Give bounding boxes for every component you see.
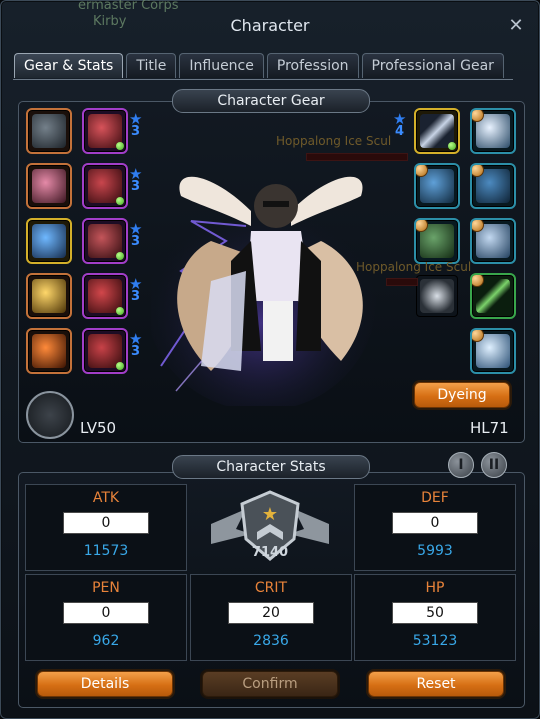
orb-icon — [416, 165, 428, 177]
tab-profession[interactable]: Profession — [266, 53, 359, 78]
gem-icon — [116, 307, 124, 315]
stat-value-atk: 11573 — [83, 543, 129, 559]
trophy-icon — [32, 279, 66, 313]
dyeing-button[interactable]: Dyeing — [414, 382, 510, 408]
tab-professional-gear[interactable]: Professional Gear — [361, 53, 504, 78]
gem-icon — [116, 142, 124, 150]
gem-icon — [116, 197, 124, 205]
gear-slot-costume-accessory[interactable] — [470, 218, 516, 264]
confirm-button[interactable]: Confirm — [202, 671, 338, 697]
class-emblem-icon[interactable] — [26, 391, 74, 439]
gear-slot-legs[interactable] — [82, 218, 128, 264]
gear-slot-wings[interactable] — [470, 108, 516, 154]
svg-text:★: ★ — [262, 504, 278, 525]
character-gear-header: Character Gear — [172, 89, 370, 113]
hp-points-input[interactable]: 50 — [392, 602, 478, 624]
window-title: Character — [230, 16, 310, 35]
rank-emblem-value: 7140 — [252, 545, 288, 560]
stat-label-crit: CRIT — [254, 580, 288, 596]
mask-icon — [32, 334, 66, 368]
stat-box-hp: HP 50 53123 — [354, 574, 516, 661]
stat-label-atk: ATK — [92, 490, 120, 506]
stat-value-hp: 53123 — [412, 633, 458, 649]
details-button[interactable]: Details — [37, 671, 173, 697]
character-window: ermaster Corps Kirby Character ✕ Gear & … — [0, 0, 540, 719]
gear-slot-ring-1[interactable] — [26, 218, 72, 264]
stat-box-atk: ATK 0 11573 — [25, 484, 187, 571]
orb-icon — [472, 165, 484, 177]
boots-plus-level: 3 — [131, 344, 141, 359]
tab-divider — [13, 79, 513, 80]
helmet-plus-level: 3 — [131, 124, 141, 139]
gear-slot-gloves[interactable] — [82, 273, 128, 319]
tab-gear-stats[interactable]: Gear & Stats — [14, 53, 124, 78]
stat-label-def: DEF — [421, 490, 449, 506]
orb-icon — [472, 275, 484, 287]
tab-bar: Gear & Stats Title Influence Profession … — [14, 53, 504, 79]
gear-slot-glasses[interactable] — [470, 163, 516, 209]
stat-label-pen: PEN — [92, 580, 120, 596]
hero-level: HL71 — [470, 419, 509, 437]
legs-plus-level: 3 — [131, 234, 141, 249]
stats-page-1-button[interactable]: I — [448, 452, 474, 478]
gear-slot-secondary-weapon[interactable] — [470, 273, 516, 319]
rank-emblem: ★ 7140 — [211, 490, 329, 561]
stats-page-2-button[interactable]: II — [481, 452, 507, 478]
gear-slot-emblem[interactable] — [470, 328, 516, 374]
gear-slot-costume-bottom[interactable] — [414, 218, 460, 264]
orb-icon — [472, 330, 484, 342]
ring-icon — [32, 224, 66, 258]
tab-title[interactable]: Title — [126, 53, 177, 78]
gear-slot-trophy[interactable] — [26, 273, 72, 319]
gear-slot-necklace[interactable] — [26, 108, 72, 154]
weapon-plus-level: 4 — [395, 124, 405, 139]
stat-value-pen: 962 — [92, 633, 120, 649]
stat-box-pen: PEN 0 962 — [25, 574, 187, 661]
gear-slot-earring[interactable] — [26, 163, 72, 209]
gear-slot-costume-top[interactable] — [414, 163, 460, 209]
character-level: LV50 — [80, 419, 117, 437]
gear-slot-mask[interactable] — [26, 328, 72, 374]
tab-influence[interactable]: Influence — [179, 53, 264, 78]
crossed-swords-icon — [420, 279, 454, 313]
orb-icon — [472, 220, 484, 232]
gem-icon — [116, 252, 124, 260]
stat-value-crit: 2836 — [253, 633, 289, 649]
necklace-icon — [32, 114, 66, 148]
reset-button[interactable]: Reset — [368, 671, 504, 697]
gear-slot-crossed-weapons[interactable] — [414, 273, 460, 319]
gear-slot-chest[interactable] — [82, 163, 128, 209]
def-points-input[interactable]: 0 — [392, 512, 478, 534]
gear-slot-boots[interactable] — [82, 328, 128, 374]
chest-plus-level: 3 — [131, 179, 141, 194]
crit-points-input[interactable]: 20 — [228, 602, 314, 624]
gear-slot-main-weapon[interactable] — [414, 108, 460, 154]
orb-icon — [416, 220, 428, 232]
orb-icon — [472, 110, 484, 122]
stat-value-def: 5993 — [417, 543, 453, 559]
gem-icon — [116, 362, 124, 370]
gem-icon — [448, 142, 456, 150]
stat-box-def: DEF 0 5993 — [354, 484, 516, 571]
character-avatar — [151, 176, 376, 406]
close-icon[interactable]: ✕ — [507, 17, 525, 35]
npc-name-label: Hoppalong Ice Scul — [276, 134, 392, 148]
gear-slot-helmet[interactable] — [82, 108, 128, 154]
stat-box-crit: CRIT 20 2836 — [190, 574, 352, 661]
earring-icon — [32, 169, 66, 203]
character-stats-header: Character Stats — [172, 455, 370, 479]
pen-points-input[interactable]: 0 — [63, 602, 149, 624]
background-guild-name: ermaster Corps — [78, 0, 179, 13]
atk-points-input[interactable]: 0 — [63, 512, 149, 534]
stat-label-hp: HP — [425, 580, 445, 596]
gloves-plus-level: 3 — [131, 289, 141, 304]
